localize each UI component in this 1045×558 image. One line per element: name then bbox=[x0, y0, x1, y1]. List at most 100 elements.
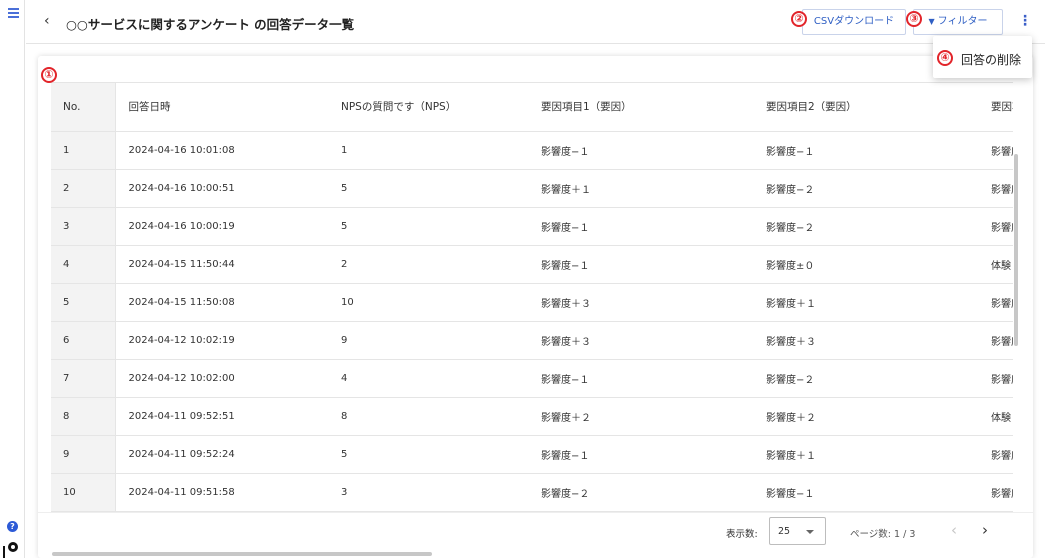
cell-factor1: 影響度−１ bbox=[529, 435, 754, 474]
cell-factor3: 体験し bbox=[979, 245, 1013, 284]
table-scroll-area[interactable]: No. 回答日時 NPSの質問です（NPS） 要因項目1（要因） 要因項目2（要… bbox=[51, 82, 1013, 512]
filter-button[interactable]: ▼ フィルター bbox=[913, 9, 1003, 35]
caret-down-icon bbox=[806, 530, 814, 534]
responses-table-card: No. 回答日時 NPSの質問です（NPS） 要因項目1（要因） 要因項目2（要… bbox=[38, 56, 1033, 558]
cell-factor1: 影響度＋１ bbox=[529, 169, 754, 208]
cell-nps: 9 bbox=[329, 321, 529, 360]
cell-nps: 4 bbox=[329, 359, 529, 398]
cell-nps: 5 bbox=[329, 207, 529, 246]
cell-factor3: 影響度 bbox=[979, 131, 1013, 170]
cell-factor3: 影響度 bbox=[979, 283, 1013, 322]
annotation-marker-2: ② bbox=[791, 11, 807, 27]
cell-no: 3 bbox=[51, 207, 116, 246]
cell-nps: 3 bbox=[329, 473, 529, 512]
help-icon[interactable]: ? bbox=[7, 521, 18, 532]
side-rail: ? bbox=[0, 0, 25, 558]
cell-factor2: 影響度＋１ bbox=[754, 435, 979, 474]
cell-factor2: 影響度＋３ bbox=[754, 321, 979, 360]
csv-download-button[interactable]: CSVダウンロード bbox=[802, 9, 906, 35]
cell-nps: 1 bbox=[329, 131, 529, 170]
table-row[interactable]: 72024-04-12 10:02:004影響度−１影響度−２影響度 bbox=[51, 359, 1013, 398]
column-header-datetime[interactable]: 回答日時 bbox=[115, 83, 329, 132]
back-chevron-icon[interactable]: ‹ bbox=[44, 13, 50, 29]
cell-nps: 5 bbox=[329, 169, 529, 208]
cell-factor1: 影響度＋３ bbox=[529, 283, 754, 322]
rows-per-page-value: 25 bbox=[778, 526, 791, 537]
cell-datetime: 2024-04-11 09:52:24 bbox=[115, 435, 329, 474]
cell-factor3: 影響度 bbox=[979, 359, 1013, 398]
cell-no: 5 bbox=[51, 283, 116, 322]
cell-nps: 2 bbox=[329, 245, 529, 284]
pagination-bar: 表示数: 25 ページ数: 1 / 3 ‹ › bbox=[38, 512, 1033, 552]
delete-responses-menu-item[interactable]: 回答の削除 bbox=[961, 51, 1021, 68]
app-root: ? ‹ ○○サービスに関するアンケート の回答データ一覧 CSVダウンロード ▼… bbox=[0, 0, 1045, 558]
cell-factor1: 影響度＋２ bbox=[529, 397, 754, 436]
column-header-factor3[interactable]: 要因項 bbox=[979, 83, 1013, 132]
page-title: ○○サービスに関するアンケート の回答データ一覧 bbox=[66, 17, 355, 32]
table-row[interactable]: 52024-04-15 11:50:0810影響度＋３影響度＋１影響度 bbox=[51, 283, 1013, 322]
cell-factor3: 体験し bbox=[979, 397, 1013, 436]
cell-factor3: 影響度 bbox=[979, 169, 1013, 208]
cell-factor2: 影響度＋２ bbox=[754, 397, 979, 436]
cell-factor2: 影響度−１ bbox=[754, 131, 979, 170]
filter-label: フィルター bbox=[937, 16, 988, 27]
table-row[interactable]: 22024-04-16 10:00:515影響度＋１影響度−２影響度 bbox=[51, 169, 1013, 208]
prev-page-icon[interactable]: ‹ bbox=[951, 521, 957, 539]
cell-factor3: 影響度 bbox=[979, 435, 1013, 474]
table-row[interactable]: 82024-04-11 09:52:518影響度＋２影響度＋２体験し bbox=[51, 397, 1013, 436]
table-row[interactable]: 102024-04-11 09:51:583影響度−２影響度−１影響度 bbox=[51, 473, 1013, 512]
cell-factor2: 影響度＋１ bbox=[754, 283, 979, 322]
table-row[interactable]: 32024-04-16 10:00:195影響度−１影響度−２影響度 bbox=[51, 207, 1013, 246]
rows-per-page-label: 表示数: bbox=[726, 529, 758, 540]
page-header: ‹ ○○サービスに関するアンケート の回答データ一覧 CSVダウンロード ▼ フィ… bbox=[26, 0, 1045, 44]
cell-no: 9 bbox=[51, 435, 116, 474]
cell-datetime: 2024-04-12 10:02:00 bbox=[115, 359, 329, 398]
cell-nps: 10 bbox=[329, 283, 529, 322]
cell-factor2: 影響度−２ bbox=[754, 207, 979, 246]
cell-factor1: 影響度−１ bbox=[529, 359, 754, 398]
cell-datetime: 2024-04-11 09:51:58 bbox=[115, 473, 329, 512]
column-header-no[interactable]: No. bbox=[51, 83, 116, 132]
cell-datetime: 2024-04-15 11:50:08 bbox=[115, 283, 329, 322]
rows-per-page-select[interactable]: 25 bbox=[769, 517, 826, 545]
cell-factor2: 影響度±０ bbox=[754, 245, 979, 284]
cell-factor1: 影響度−１ bbox=[529, 245, 754, 284]
table-row[interactable]: 12024-04-16 10:01:081影響度−１影響度−１影響度 bbox=[51, 131, 1013, 170]
page-info: ページ数: 1 / 3 bbox=[850, 529, 916, 540]
next-page-icon[interactable]: › bbox=[982, 521, 988, 539]
column-header-factor2[interactable]: 要因項目2（要因） bbox=[754, 83, 979, 132]
cell-no: 1 bbox=[51, 131, 116, 170]
cell-factor1: 影響度−１ bbox=[529, 131, 754, 170]
cell-no: 10 bbox=[51, 473, 116, 512]
table-header-row: No. 回答日時 NPSの質問です（NPS） 要因項目1（要因） 要因項目2（要… bbox=[51, 83, 1013, 132]
csv-download-label: CSVダウンロード bbox=[813, 16, 895, 27]
cell-factor2: 影響度−１ bbox=[754, 473, 979, 512]
cell-no: 8 bbox=[51, 397, 116, 436]
annotation-marker-4: ④ bbox=[937, 50, 953, 66]
cell-datetime: 2024-04-16 10:00:19 bbox=[115, 207, 329, 246]
cell-nps: 5 bbox=[329, 435, 529, 474]
cell-datetime: 2024-04-15 11:50:44 bbox=[115, 245, 329, 284]
cell-factor1: 影響度−１ bbox=[529, 207, 754, 246]
cell-datetime: 2024-04-16 10:00:51 bbox=[115, 169, 329, 208]
column-header-nps[interactable]: NPSの質問です（NPS） bbox=[329, 83, 529, 132]
cell-datetime: 2024-04-11 09:52:51 bbox=[115, 397, 329, 436]
cell-no: 2 bbox=[51, 169, 116, 208]
cell-datetime: 2024-04-16 10:01:08 bbox=[115, 131, 329, 170]
more-options-icon[interactable]: ⋮ bbox=[1018, 13, 1032, 29]
column-header-factor1[interactable]: 要因項目1（要因） bbox=[529, 83, 754, 132]
cell-factor3: 影響度 bbox=[979, 321, 1013, 360]
vertical-scrollbar[interactable] bbox=[1014, 154, 1018, 346]
hamburger-menu-icon[interactable] bbox=[8, 8, 19, 20]
table-row[interactable]: 42024-04-15 11:50:442影響度−１影響度±０体験し bbox=[51, 245, 1013, 284]
cell-no: 6 bbox=[51, 321, 116, 360]
cell-factor3: 影響度 bbox=[979, 207, 1013, 246]
filter-funnel-icon: ▼ bbox=[928, 17, 935, 26]
user-avatar-icon[interactable] bbox=[3, 542, 20, 558]
cell-factor1: 影響度＋３ bbox=[529, 321, 754, 360]
table-row[interactable]: 62024-04-12 10:02:199影響度＋３影響度＋３影響度 bbox=[51, 321, 1013, 360]
table-row[interactable]: 92024-04-11 09:52:245影響度−１影響度＋１影響度 bbox=[51, 435, 1013, 474]
cell-factor1: 影響度−２ bbox=[529, 473, 754, 512]
cell-datetime: 2024-04-12 10:02:19 bbox=[115, 321, 329, 360]
horizontal-scrollbar[interactable] bbox=[52, 552, 432, 556]
